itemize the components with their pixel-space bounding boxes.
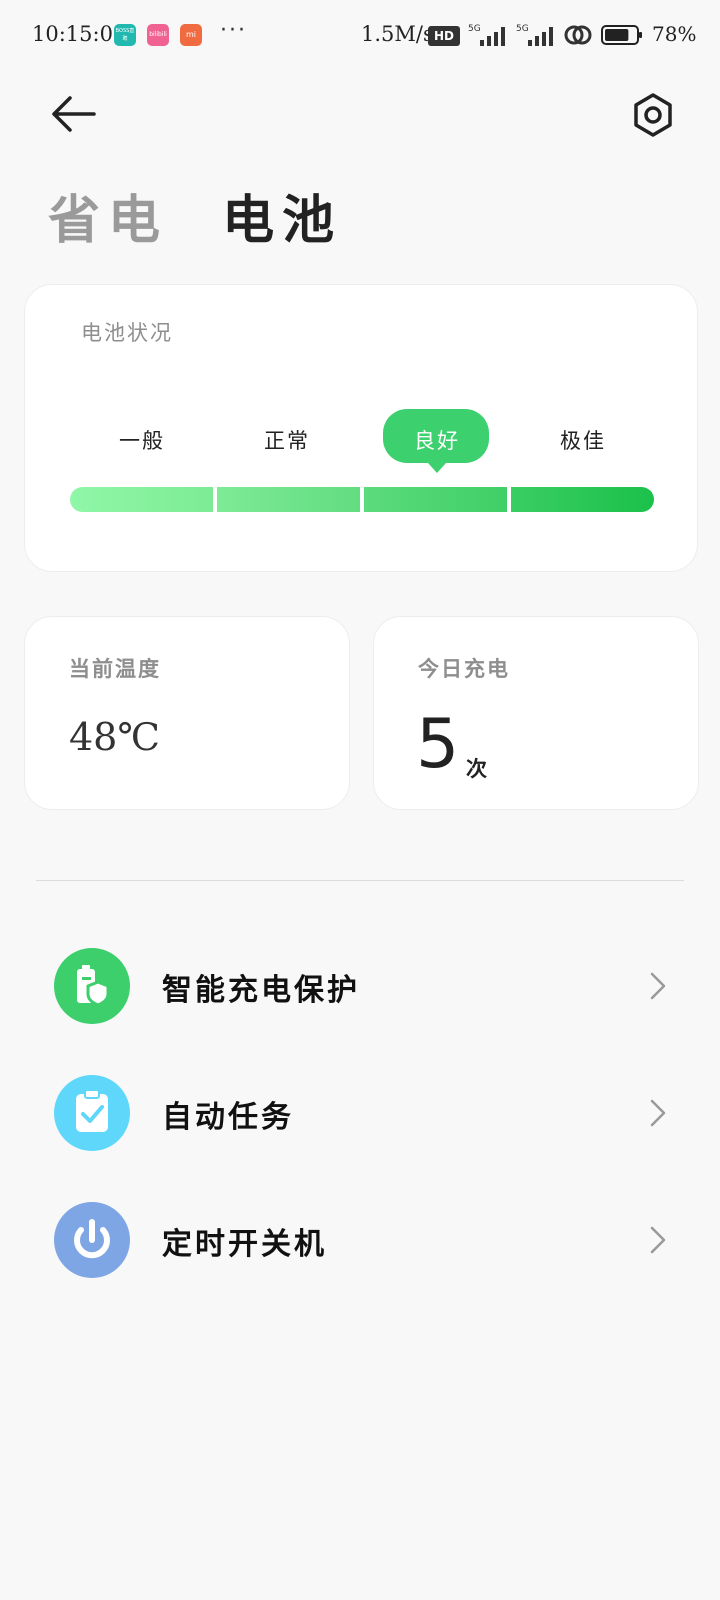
charges-today-card: 今日充电 5 次 bbox=[373, 616, 699, 810]
chevron-right-icon bbox=[650, 1226, 666, 1254]
level-good: 良好 bbox=[414, 429, 460, 453]
signal-2-label: 5G bbox=[516, 24, 529, 34]
battery-health-bar bbox=[70, 487, 654, 512]
menu-label-smart-charging: 智能充电保护 bbox=[162, 973, 360, 1008]
charges-today-unit: 次 bbox=[466, 756, 487, 781]
network-speed: 1.5M/s bbox=[361, 22, 434, 46]
signal-5g-icon: 5G bbox=[468, 24, 505, 46]
level-segment-3 bbox=[364, 487, 507, 512]
menu-item-smart-charging[interactable]: 智能充电保护 bbox=[0, 935, 720, 1035]
tab-battery[interactable]: 电池 bbox=[222, 190, 342, 251]
tab-power-saving[interactable]: 省电 bbox=[48, 190, 168, 251]
level-normal: 正常 bbox=[264, 429, 310, 453]
clipboard-check-icon bbox=[54, 1075, 130, 1151]
charges-today-count: 5 bbox=[416, 705, 460, 784]
signal-1-label: 5G bbox=[468, 24, 481, 34]
battery-health-label: 电池状况 bbox=[81, 321, 173, 345]
mi-app-icon: mi bbox=[180, 24, 202, 46]
signal-5g-icon-2: 5G bbox=[516, 24, 553, 46]
menu-label-scheduled-power: 定时开关机 bbox=[162, 1227, 327, 1262]
power-icon bbox=[54, 1202, 130, 1278]
charges-today-label: 今日充电 bbox=[418, 656, 510, 681]
battery-health-card: 电池状况 一般 正常 良好 极佳 bbox=[24, 284, 698, 572]
temperature-value: 48℃ bbox=[69, 715, 160, 759]
temperature-label: 当前温度 bbox=[69, 656, 161, 681]
battery-icon bbox=[601, 25, 642, 45]
level-segment-1 bbox=[70, 487, 213, 512]
hd-voice-icon: HD bbox=[428, 26, 460, 46]
chevron-right-icon bbox=[650, 972, 666, 1000]
menu-label-auto-tasks: 自动任务 bbox=[162, 1100, 294, 1135]
chevron-right-icon bbox=[650, 1099, 666, 1127]
menu-item-scheduled-power[interactable]: 定时开关机 bbox=[0, 1189, 720, 1289]
level-excellent: 极佳 bbox=[560, 429, 606, 453]
menu-item-auto-tasks[interactable]: 自动任务 bbox=[0, 1062, 720, 1162]
level-segment-2 bbox=[217, 487, 360, 512]
settings-gear-icon[interactable] bbox=[628, 90, 678, 140]
level-segment-4 bbox=[511, 487, 654, 512]
status-bar: 10:15:05 BOSS直聘 bilibili mi ··· 1.5M/s H… bbox=[0, 0, 720, 70]
more-notifications-icon: ··· bbox=[220, 18, 247, 43]
battery-percent: 78% bbox=[652, 22, 697, 46]
section-divider bbox=[36, 880, 684, 881]
back-button[interactable] bbox=[48, 92, 100, 136]
page-tabs: 省电 电池 bbox=[48, 178, 342, 253]
status-time: 10:15:05 bbox=[32, 22, 127, 46]
bilibili-app-icon: bilibili bbox=[147, 24, 169, 46]
link-icon bbox=[564, 25, 592, 45]
temperature-card: 当前温度 48℃ bbox=[24, 616, 350, 810]
battery-shield-icon bbox=[54, 948, 130, 1024]
level-fair: 一般 bbox=[119, 429, 165, 453]
boss-app-icon: BOSS直聘 bbox=[114, 24, 136, 46]
